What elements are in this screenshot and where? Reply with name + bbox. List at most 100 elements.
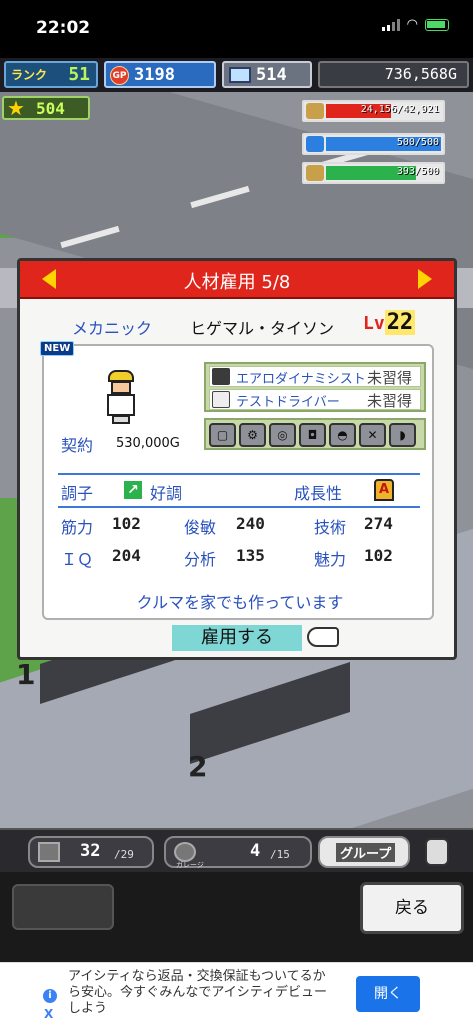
top-hud: ランク 51 GP 3198 514 736,568G (0, 58, 473, 92)
stat-label: 俊敏 (184, 518, 217, 537)
star-display[interactable]: ★ 504 (2, 96, 90, 120)
aero-skill-icon (212, 368, 230, 385)
hire-button[interactable]: 雇用する (172, 625, 302, 651)
level-value: 22 (384, 310, 416, 335)
lot-marker: 1 (16, 658, 36, 691)
character-face-icon[interactable] (425, 838, 449, 866)
skill-state: 未習得 (366, 392, 412, 410)
wing-part-icon: ◗ (389, 423, 416, 447)
tab-garage-total: /15 (270, 848, 290, 861)
pc-display[interactable]: 514 (222, 61, 312, 88)
contract-label: 契約 (61, 436, 94, 455)
rank-display[interactable]: ランク 51 (4, 61, 98, 88)
battery-icon (425, 19, 449, 31)
garage-icon (174, 842, 196, 862)
stat-value: 102 (112, 514, 141, 533)
gp-value: 3198 (134, 65, 175, 85)
fuel-barrel-icon (306, 103, 324, 119)
growth-label: 成長性 (294, 484, 343, 503)
star-value: 504 (36, 99, 65, 118)
tab-garage[interactable]: ガレージ 4 /15 (164, 836, 312, 869)
tire-part-icon: ◎ (269, 423, 296, 447)
skill-name: エアロダイナミシスト (236, 372, 366, 387)
tab-staff-value: 32 (80, 841, 101, 861)
stat-label: 技術 (314, 518, 347, 537)
fuel-text: 24,156/42,921 (360, 104, 439, 115)
ad-close-icon[interactable]: X (44, 1007, 53, 1021)
stat-label: 魅力 (314, 550, 347, 569)
staff-name: ヒゲマル・タイソン (190, 319, 335, 338)
rank-value: 51 (68, 64, 90, 85)
food-gauge[interactable]: 393/500 (302, 162, 445, 184)
oil-bottle-icon (306, 136, 324, 152)
back-button[interactable]: 戻る (360, 882, 464, 934)
status-time: 22:02 (36, 18, 91, 38)
tab-group[interactable]: グループ (318, 836, 410, 868)
ad-open-button[interactable]: 開く (356, 976, 420, 1012)
star-icon: ★ (7, 96, 25, 120)
wifi-icon: ◠ (406, 17, 418, 32)
body-part-icon: ▢ (209, 423, 236, 447)
bottom-tabbar: 32 /29 ガレージ 4 /15 グループ (0, 828, 473, 872)
empty-slot[interactable] (12, 884, 114, 930)
box-icon (38, 842, 60, 862)
skills-panel: エアロダイナミシスト 未習得 テストドライバー 未習得 (204, 362, 426, 412)
signal-icon (381, 19, 400, 31)
rank-label: ランク (11, 68, 48, 82)
test-driver-icon (212, 391, 230, 408)
oil-text: 500/500 (396, 137, 439, 148)
staff-portrait (104, 370, 138, 424)
level-display: Lv22 (363, 310, 416, 335)
wheat-icon (306, 165, 324, 181)
parts-aptitude-row: ▢ ⚙ ◎ ◘ ◓ ✕ ◗ (204, 418, 426, 450)
bottom-menu: 32 /29 ガレージ 4 /15 グループ 戻る (0, 828, 473, 962)
tab-group-label: グループ (336, 843, 396, 862)
skill-row[interactable]: テストドライバー 未習得 (209, 389, 421, 410)
condition-label: 調子 (61, 484, 94, 503)
pointing-hand-icon (307, 627, 339, 647)
stat-value: 274 (364, 514, 393, 533)
dialog-header: 人材雇用 5/8 (20, 261, 454, 299)
skill-name: テストドライバー (236, 395, 340, 410)
fuel-gauge[interactable]: 24,156/42,921 (302, 100, 445, 122)
stat-value: 240 (236, 514, 265, 533)
gp-display[interactable]: GP 3198 (104, 61, 216, 88)
stat-value: 135 (236, 546, 265, 565)
status-bar: 22:02 ◠ (0, 0, 473, 58)
tab-staff-total: /29 (114, 848, 134, 861)
trend-up-icon: ↗ (124, 481, 142, 499)
divider (58, 506, 420, 508)
pc-value: 514 (256, 65, 287, 85)
helmet-part-icon: ◓ (329, 423, 356, 447)
tab-garage-value: 4 (250, 841, 261, 861)
gp-coin-icon: GP (110, 66, 129, 85)
oil-gauge[interactable]: 500/500 (302, 133, 445, 155)
stat-label: 分析 (184, 550, 217, 569)
seat-part-icon: ◘ (299, 423, 326, 447)
tab-garage-caption: ガレージ (176, 861, 204, 869)
skill-state: 未習得 (366, 369, 412, 387)
stat-value: 102 (364, 546, 393, 565)
ad-info-icon[interactable]: i (43, 989, 57, 1003)
stat-label: ＩＱ (61, 550, 94, 569)
growth-grade: A (374, 479, 394, 501)
stat-label: 筋力 (61, 518, 94, 537)
money-display[interactable]: 736,568G (318, 61, 469, 88)
status-icons: ◠ (381, 17, 449, 32)
level-label: Lv (363, 313, 385, 334)
computer-icon (229, 67, 251, 83)
wrench-part-icon: ✕ (359, 423, 386, 447)
job-title: メカニック (72, 319, 153, 338)
skill-row[interactable]: エアロダイナミシスト 未習得 (209, 366, 421, 387)
dialog-title: 人材雇用 5/8 (183, 272, 291, 293)
staff-comment: クルマを家でも作っています (136, 593, 344, 612)
lot-marker: 2 (188, 750, 208, 783)
bottom-panel: 戻る (0, 872, 473, 962)
staff-card: 契約 530,000G エアロダイナミシスト 未習得 テストドライバー 未習得 … (42, 344, 434, 620)
ad-banner[interactable]: i X アイシティなら返品・交換保証もついてるから安心。今すぐみんなでアイシティ… (0, 962, 473, 1024)
stat-value: 204 (112, 546, 141, 565)
contract-value: 530,000G (116, 436, 180, 451)
tab-staff[interactable]: 32 /29 (28, 836, 154, 868)
new-badge: NEW (40, 341, 75, 356)
next-arrow-icon[interactable] (418, 269, 432, 289)
